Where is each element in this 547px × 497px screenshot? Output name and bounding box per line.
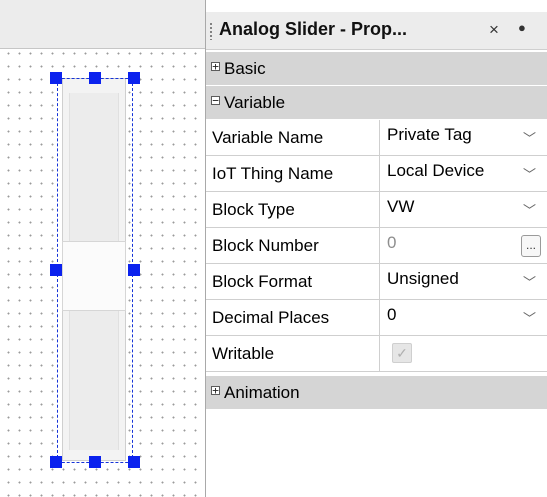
property-value-field[interactable]: 0 ... [381,228,547,263]
property-row-block-number[interactable]: Block Number 0 ... [206,228,547,264]
property-value: Unsigned [387,269,459,288]
property-row-iot-thing-name[interactable]: IoT Thing Name Local Device ﹀ [206,156,547,192]
property-value: Private Tag [387,125,472,144]
property-name: Block Number [206,228,380,263]
resize-handle-middle-right[interactable] [128,264,140,276]
category-basic[interactable]: + Basic [206,52,547,85]
ellipsis-icon[interactable]: ... [521,235,541,257]
resize-handle-bottom-right[interactable] [128,456,140,468]
category-variable[interactable]: − Variable [206,86,547,119]
drag-grip-icon[interactable] [209,22,213,40]
chevron-down-icon[interactable]: ﹀ [523,164,536,183]
property-value-dropdown[interactable]: Private Tag ﹀ [381,120,547,155]
property-row-block-type[interactable]: Block Type VW ﹀ [206,192,547,228]
property-value-dropdown[interactable]: 0 ﹀ [381,300,547,335]
chevron-down-icon[interactable]: ﹀ [523,128,536,147]
category-animation[interactable]: + Animation [206,376,547,409]
resize-handle-top-left[interactable] [50,72,62,84]
property-value-dropdown[interactable]: VW ﹀ [381,192,547,227]
property-value-dropdown[interactable]: Local Device ﹀ [381,156,547,191]
property-row-variable-name[interactable]: Variable Name Private Tag ﹀ [206,120,547,156]
panel-titlebar[interactable]: Analog Slider - Prop... × ● [206,12,547,50]
resize-handle-top-right[interactable] [128,72,140,84]
property-value: 0 [387,305,397,324]
canvas-toolbar-area [0,0,205,49]
category-label: Animation [224,383,300,402]
property-row-block-format[interactable]: Block Format Unsigned ﹀ [206,264,547,300]
property-value: Local Device [387,161,485,180]
property-value-checkbox: ✓ [381,336,547,371]
property-name: Variable Name [206,120,380,155]
expand-plus-icon[interactable]: + [211,61,220,72]
resize-handle-bottom-left[interactable] [50,456,62,468]
check-icon: ✓ [392,343,412,363]
property-value-dropdown[interactable]: Unsigned ﹀ [381,264,547,299]
panel-title: Analog Slider - Prop... [219,19,408,39]
property-name: Block Type [206,192,380,227]
property-name: Block Format [206,264,380,299]
resize-handle-middle-left[interactable] [50,264,62,276]
property-row-decimal-places[interactable]: Decimal Places 0 ﹀ [206,300,547,336]
selection-outline [57,78,133,463]
chevron-down-icon[interactable]: ﹀ [523,308,536,327]
pin-icon[interactable]: ● [518,20,526,35]
close-icon[interactable]: × [489,20,499,40]
property-value: VW [387,197,415,216]
property-description-area [206,410,547,497]
property-value: 0 [387,233,397,252]
category-label: Basic [224,59,266,78]
design-canvas[interactable] [0,0,205,497]
resize-handle-bottom-center[interactable] [89,456,101,468]
property-name: Decimal Places [206,300,380,335]
property-name: IoT Thing Name [206,156,380,191]
category-label: Variable [224,93,286,112]
chevron-down-icon[interactable]: ﹀ [523,272,536,291]
collapse-minus-icon[interactable]: − [211,95,220,106]
resize-handle-top-center[interactable] [89,72,101,84]
property-row-writable[interactable]: Writable ✓ [206,336,547,372]
properties-panel: Analog Slider - Prop... × ● + Basic − Va… [205,0,547,497]
expand-plus-icon[interactable]: + [211,385,220,396]
chevron-down-icon[interactable]: ﹀ [523,200,536,219]
property-name: Writable [206,336,380,371]
